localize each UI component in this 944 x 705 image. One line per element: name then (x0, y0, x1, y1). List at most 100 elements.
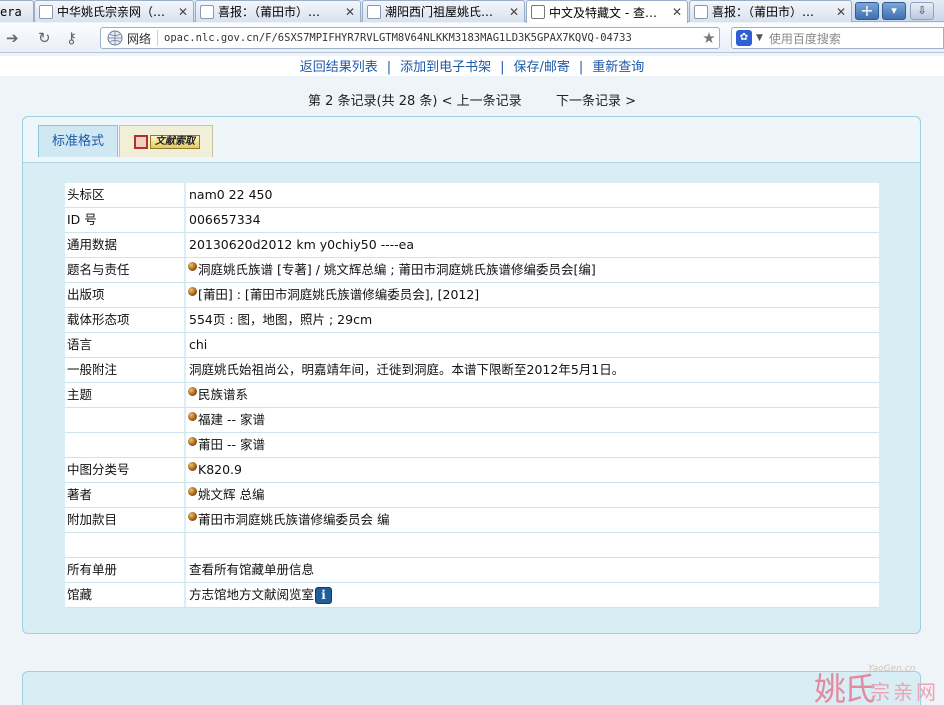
field-value: 006657334 (186, 208, 879, 232)
field-value[interactable]: [莆田] : [莆田市洞庭姚氏族谱修编委员会], [2012] (186, 283, 879, 307)
browser-tab-2[interactable]: 喜报：（莆田市）… ✕ (195, 0, 361, 22)
field-value-text: 民族谱系 (198, 387, 249, 402)
bookmark-star-icon[interactable]: ★ (699, 29, 719, 47)
field-value[interactable]: 洞庭姚氏族谱 [专著] / 姚文辉总编 ; 莆田市洞庭姚氏族谱修编委员会[编] (186, 258, 879, 282)
save-mail-link[interactable]: 保存/邮寄 (514, 60, 570, 75)
field-value-text: 莆田市洞庭姚氏族谱修编委员会 编 (198, 512, 390, 527)
url-text[interactable]: opac.nlc.gov.cn/F/6SXS7MPIFHYR7RVLGTM8V6… (164, 32, 699, 44)
table-row: 著者 姚文辉 总编 (65, 483, 879, 508)
field-label: 题名与责任 (65, 258, 186, 282)
watermark-big: 姚氏 (814, 670, 876, 705)
reload-icon[interactable]: ↻ (38, 30, 51, 46)
browser-tab-5[interactable]: 喜报：（莆田市）… ✕ (689, 0, 852, 22)
field-value-text: [莆田] : [莆田市洞庭姚氏族谱修编委员会], [2012] (198, 287, 480, 302)
new-search-link[interactable]: 重新查询 (592, 60, 644, 75)
tab-menu-button[interactable]: ▾ (882, 2, 906, 20)
field-label: 出版项 (65, 283, 186, 307)
field-label (65, 408, 186, 432)
field-value[interactable]: 莆田市洞庭姚氏族谱修编委员会 编 (186, 508, 879, 532)
format-tabs: 标准格式 文献索取 (23, 117, 920, 163)
bullet-icon (188, 386, 197, 396)
page-icon (200, 4, 214, 19)
divider: | (500, 60, 505, 75)
tab-list-icon[interactable]: ⇩ (910, 2, 934, 20)
top-links: 返回结果列表 | 添加到电子书架 | 保存/邮寄 | 重新查询 (0, 56, 944, 76)
table-row: 载体形态项 554页 : 图，地图，照片 ; 29cm (65, 308, 879, 333)
field-value-text: K820.9 (198, 462, 242, 477)
table-row: 一般附注 洞庭姚氏始祖尚公，明嘉靖年间，迁徙到洞庭。本谱下限断至2012年5月1日… (65, 358, 879, 383)
table-row: 莆田 -- 家谱 (65, 433, 879, 458)
key-icon[interactable]: ⚷ (66, 30, 77, 46)
table-row: 语言 chi (65, 333, 879, 358)
field-value[interactable]: 方志馆地方文献阅览室 i (186, 583, 879, 607)
tab-title: 中华姚氏宗亲网（… (57, 5, 166, 19)
field-value-text: 洞庭姚氏族谱 [专著] / 姚文辉总编 ; 莆田市洞庭姚氏族谱修编委员会[编] (198, 262, 596, 277)
table-row: 头标区 nam0 22 450 (65, 183, 879, 208)
field-value-text: 洞庭姚氏始祖尚公，明嘉靖年间，迁徙到洞庭。本谱下限断至2012年5月1日。 (189, 362, 625, 377)
browser-tab-4[interactable]: 中文及特藏文 - 查… ✕ (526, 0, 688, 23)
field-value-text: 方志馆地方文献阅览室 (189, 587, 315, 602)
browser-tab-3[interactable]: 潮阳西门祖屋姚氏… ✕ (362, 0, 525, 22)
field-value[interactable]: K820.9 (186, 458, 879, 482)
table-row: 福建 -- 家谱 (65, 408, 879, 433)
table-row: 所有单册 查看所有馆藏单册信息 (65, 558, 879, 583)
field-label (65, 533, 186, 557)
table-row: 主题 民族谱系 (65, 383, 879, 408)
forward-icon[interactable]: ➔ (6, 30, 19, 46)
baidu-paw-icon[interactable]: ✿ (736, 30, 752, 46)
close-icon[interactable]: ✕ (835, 5, 847, 19)
field-label: ID 号 (65, 208, 186, 232)
field-label: 头标区 (65, 183, 186, 207)
page-icon (694, 4, 708, 19)
close-icon[interactable]: ✕ (177, 5, 189, 19)
document-request-button[interactable]: 文献索取 (150, 134, 200, 149)
back-to-results-link[interactable]: 返回结果列表 (300, 60, 378, 75)
field-value[interactable]: 查看所有馆藏单册信息 (186, 558, 879, 582)
new-tab-button[interactable]: + (855, 2, 879, 20)
add-to-ebookshelf-link[interactable]: 添加到电子书架 (400, 60, 491, 75)
field-label: 一般附注 (65, 358, 186, 382)
browser-tab-0[interactable]: era (0, 0, 34, 22)
field-value (186, 533, 879, 557)
field-value: nam0 22 450 (186, 183, 879, 207)
chevron-down-icon[interactable]: ▼ (756, 33, 763, 43)
field-value[interactable]: 民族谱系 (186, 383, 879, 407)
field-value-text: 554页 : 图，地图，照片 ; 29cm (189, 312, 373, 327)
field-value-text: 20130620d2012 km y0chiy50 ----ea (189, 237, 415, 252)
field-value-text: 006657334 (189, 212, 261, 227)
close-icon[interactable]: ✕ (508, 5, 520, 19)
next-record-link[interactable]: 下一条记录 > (556, 94, 636, 109)
field-value[interactable]: 莆田 -- 家谱 (186, 433, 879, 457)
bullet-icon (188, 261, 197, 271)
table-row: 附加款目 莆田市洞庭姚氏族谱修编委员会 编 (65, 508, 879, 533)
field-label: 著者 (65, 483, 186, 507)
field-value-text: 查看所有馆藏单册信息 (189, 562, 315, 577)
field-value[interactable]: 姚文辉 总编 (186, 483, 879, 507)
browser-toolbar: ➔ ↻ ⚷ 网络 opac.nlc.gov.cn/F/6SXS7MPIFHYR7… (0, 23, 944, 53)
table-row: 题名与责任 洞庭姚氏族谱 [专著] / 姚文辉总编 ; 莆田市洞庭姚氏族谱修编委员… (65, 258, 879, 283)
tab-document-request[interactable]: 文献索取 (119, 125, 213, 157)
field-value: 20130620d2012 km y0chiy50 ----ea (186, 233, 879, 257)
bullet-icon (188, 486, 197, 496)
close-icon[interactable]: ✕ (344, 5, 356, 19)
divider: | (578, 60, 584, 75)
info-icon[interactable]: i (315, 586, 333, 604)
close-icon[interactable]: ✕ (671, 5, 683, 19)
address-bar[interactable]: 网络 opac.nlc.gov.cn/F/6SXS7MPIFHYR7RVLGTM… (100, 27, 720, 49)
record-table: 头标区 nam0 22 450 ID 号 006657334 通用数据 20130620d… (65, 183, 879, 608)
table-row (65, 533, 879, 558)
browser-tab-1[interactable]: 中华姚氏宗亲网（… ✕ (34, 0, 194, 22)
field-value-text: chi (189, 337, 208, 352)
search-placeholder[interactable]: 使用百度搜索 (769, 30, 841, 47)
field-value-text: nam0 22 450 (189, 187, 273, 202)
previous-record-link[interactable]: < 上一条记录 (442, 94, 522, 109)
page-content: 返回结果列表 | 添加到电子书架 | 保存/邮寄 | 重新查询 第 2 条记录(共 28 条… (0, 54, 944, 705)
divider (157, 30, 159, 46)
tab-title: 中文及特藏文 - 查… (549, 5, 657, 20)
browser-tab-strip: era 中华姚氏宗亲网（… ✕ 喜报：（莆田市）… ✕ 潮阳西门祖屋姚氏… ✕ … (0, 0, 944, 23)
field-label: 语言 (65, 333, 186, 357)
field-value[interactable]: 福建 -- 家谱 (186, 408, 879, 432)
search-box[interactable]: ✿ ▼ 使用百度搜索 (731, 27, 944, 49)
tab-standard-format[interactable]: 标准格式 (38, 125, 118, 157)
record-panel: 标准格式 文献索取 头标区 nam0 22 450 ID 号 006657334 通用数… (22, 116, 921, 634)
